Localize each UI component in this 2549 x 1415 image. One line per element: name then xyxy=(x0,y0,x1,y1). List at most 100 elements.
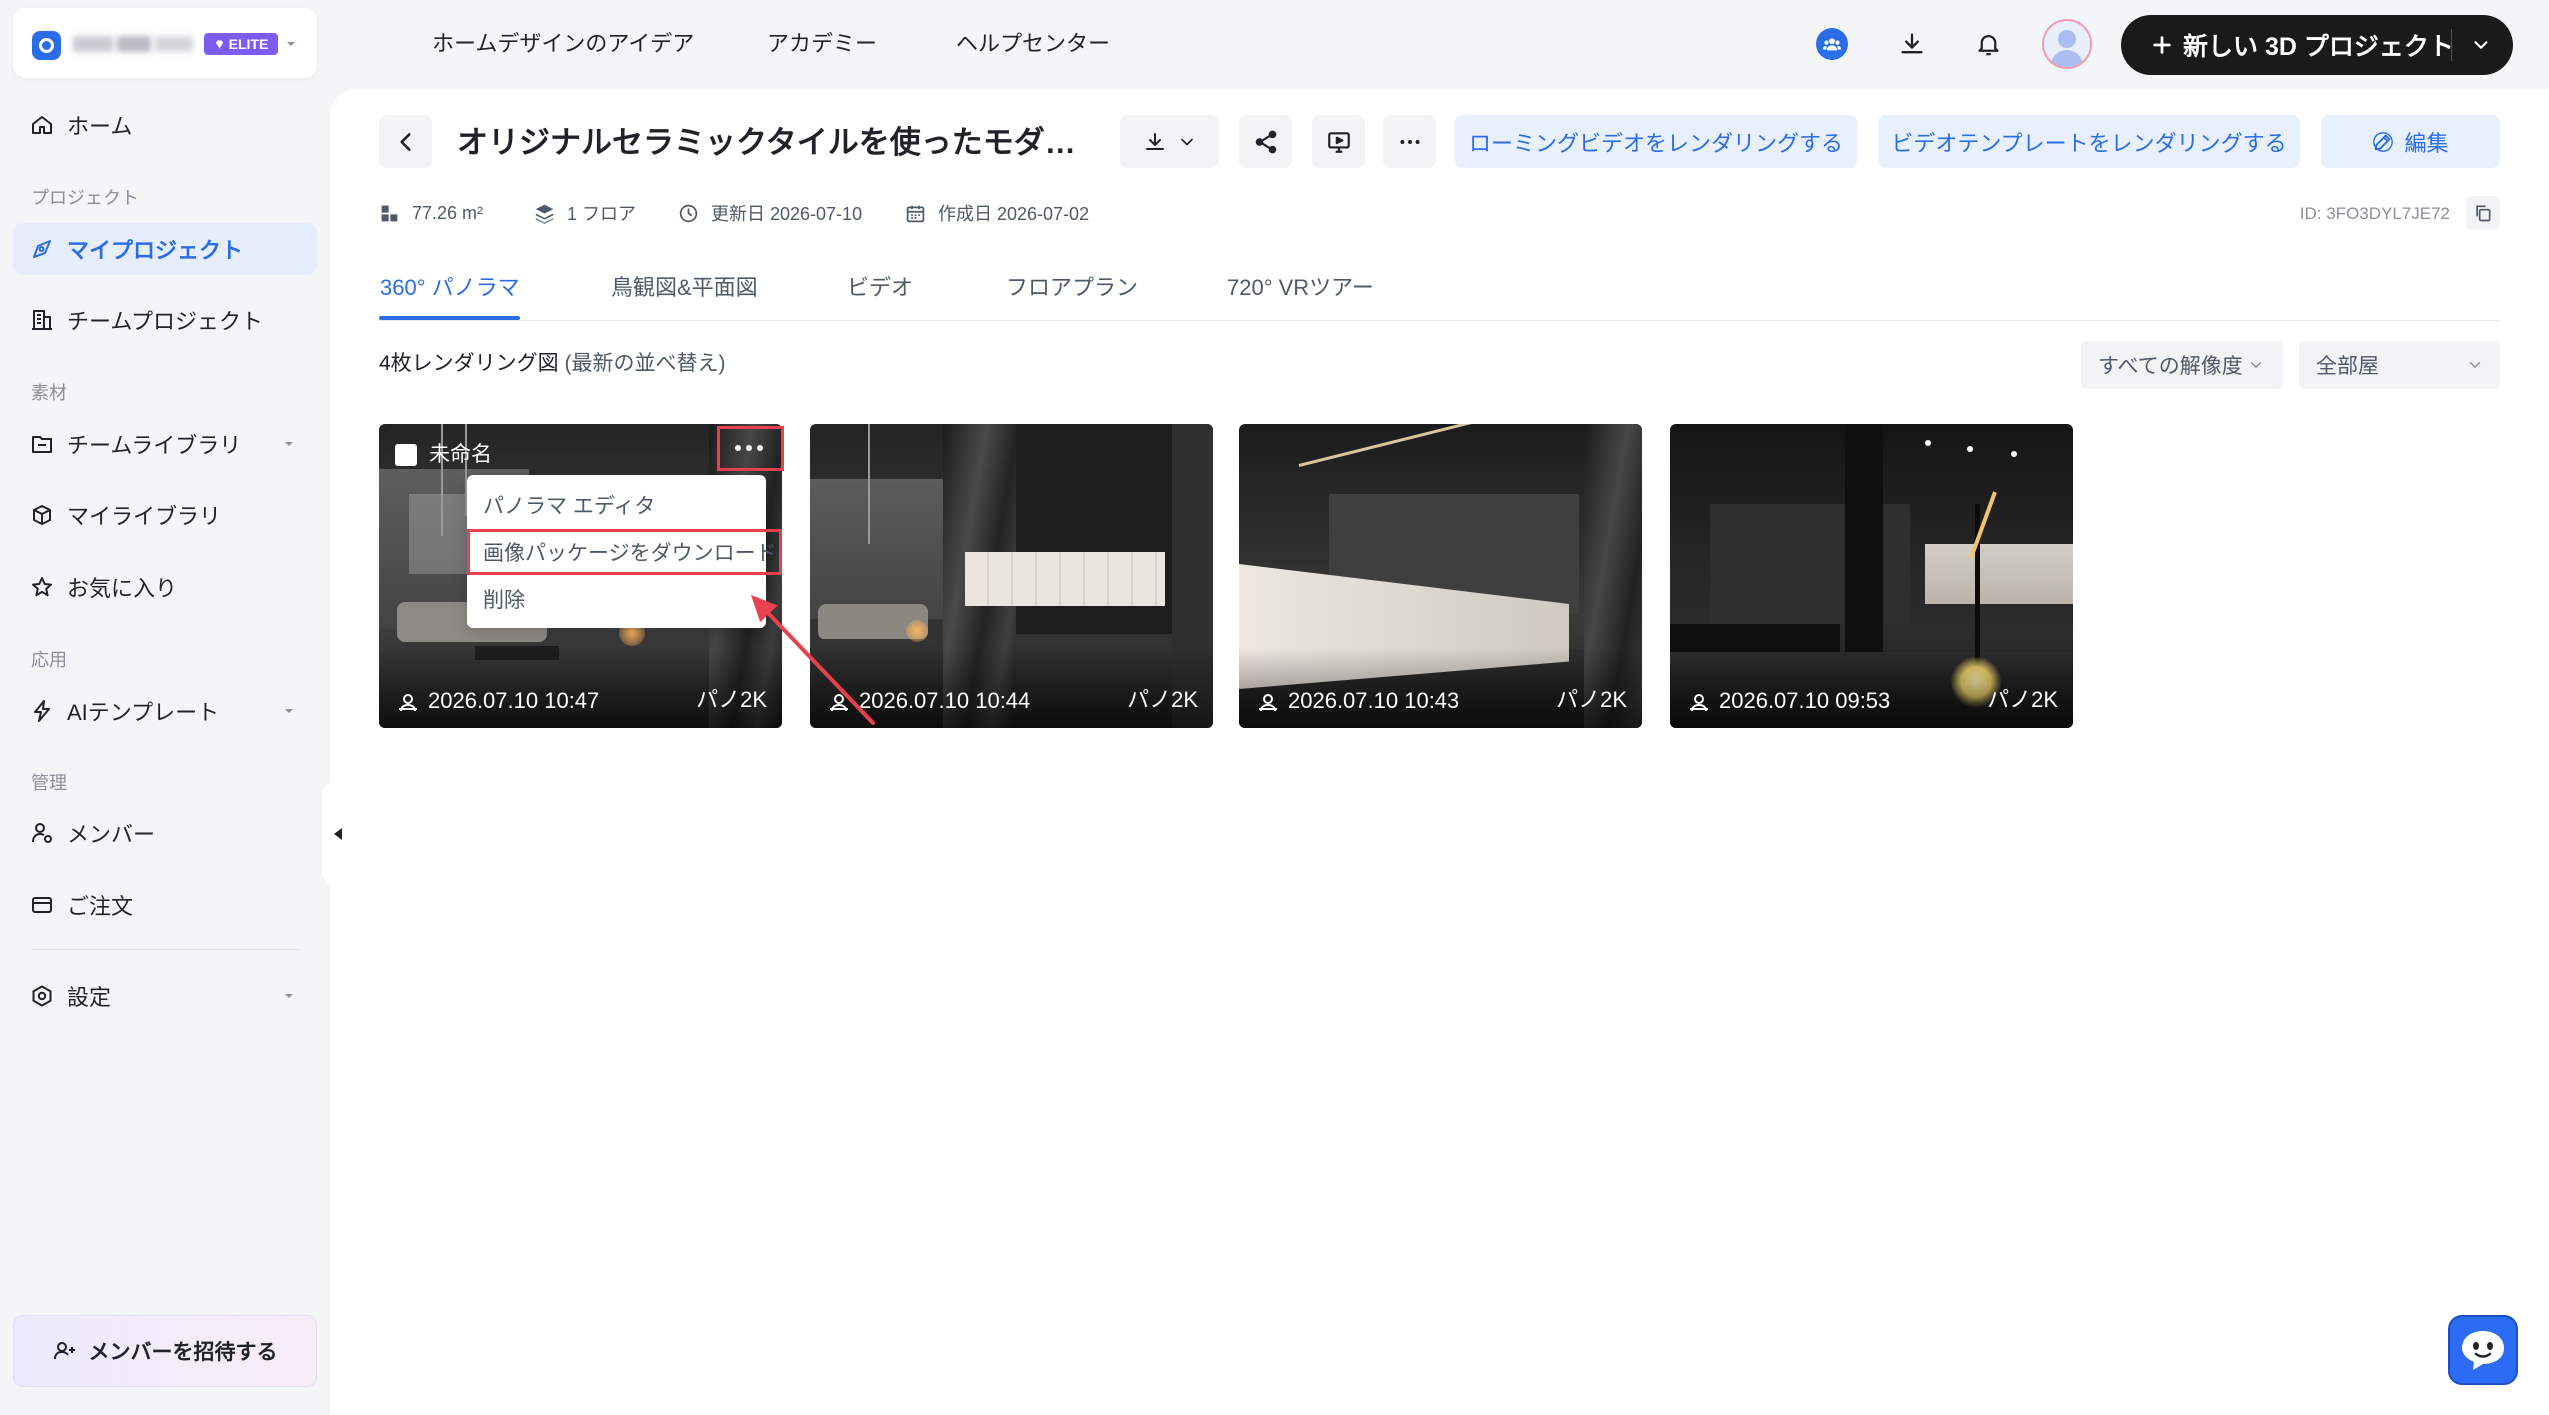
location-pin-icon xyxy=(1690,694,1708,712)
nav-link-home-design-ideas[interactable]: ホームデザインのアイデア xyxy=(432,30,694,58)
render-video-template-label: ビデオテンプレートをレンダリングする xyxy=(1891,130,2287,156)
avatar[interactable] xyxy=(2042,19,2092,69)
sidebar-item-settings[interactable]: 設定 xyxy=(13,970,317,1022)
chevron-down-icon[interactable] xyxy=(2470,34,2492,56)
card-timestamp: 2026.07.10 09:53 xyxy=(1719,688,1891,713)
present-icon xyxy=(1327,131,1350,153)
render-roaming-video-label: ローミングビデオをレンダリングする xyxy=(1468,130,1843,156)
layers-icon xyxy=(535,204,554,224)
card-title: 未命名 xyxy=(429,443,492,466)
sidebar-item-favorites[interactable]: お気に入り xyxy=(13,561,317,613)
resolution-filter[interactable]: すべての解像度 xyxy=(2081,341,2283,389)
select-checkbox[interactable] xyxy=(395,444,417,466)
sidebar-item-team-library[interactable]: チームライブラリ xyxy=(13,418,317,470)
menu-item-delete[interactable]: 削除 xyxy=(467,575,766,622)
tab-floor-plan[interactable]: フロアプラン xyxy=(1006,273,1138,303)
folder-icon xyxy=(30,432,54,456)
download-icon[interactable] xyxy=(1898,30,1926,58)
app-logo xyxy=(32,31,61,60)
home-icon xyxy=(30,113,54,137)
render-video-template-button[interactable]: ビデオテンプレートをレンダリングする xyxy=(1878,115,2300,168)
workspace-name-blurred xyxy=(73,34,193,54)
room-filter-value: 全部屋 xyxy=(2316,355,2379,378)
meta-updated-value: 更新日 2026-07-10 xyxy=(711,204,863,224)
invite-members-button[interactable]: メンバーを招待する xyxy=(13,1315,317,1387)
cube-icon xyxy=(30,503,54,527)
workspace-switcher[interactable]: ELITE xyxy=(13,8,317,78)
menu-item-panorama-editor[interactable]: パノラマ エディタ xyxy=(467,481,766,528)
scene-lamp-glow xyxy=(906,620,928,642)
elite-badge: ELITE xyxy=(204,33,278,55)
bell-icon[interactable] xyxy=(1975,30,2002,58)
scene-cabinet xyxy=(965,552,1165,606)
annotation-arrow xyxy=(751,595,875,725)
tab-360-panorama[interactable]: 360° パノラマ xyxy=(380,273,520,303)
chat-support-button[interactable] xyxy=(2448,1315,2518,1385)
team-icon[interactable] xyxy=(1816,28,1848,60)
more-button[interactable] xyxy=(1383,115,1436,168)
new-3d-project-button[interactable]: 新しい 3D プロジェクト xyxy=(2121,15,2513,75)
chevron-down-icon xyxy=(287,42,295,46)
edit-icon xyxy=(2373,131,2394,152)
sidebar-item-orders[interactable]: ご注文 xyxy=(13,879,317,931)
tab-720-vr-tour[interactable]: 720° VRツアー xyxy=(1227,273,1374,303)
sidebar-item-label: マイプロジェクト xyxy=(67,238,244,263)
sort-order-label: (最新の並べ替え) xyxy=(564,352,726,375)
room-filter[interactable]: 全部屋 xyxy=(2299,341,2500,389)
meta-created-value: 作成日 2026-07-02 xyxy=(938,204,1090,224)
sidebar-item-team-projects[interactable]: チームプロジェクト xyxy=(13,294,317,346)
panorama-card[interactable]: 2026.07.10 10:43 パノ2K xyxy=(1239,424,1642,728)
edit-button[interactable]: 編集 xyxy=(2321,115,2500,168)
sidebar-item-ai-templates[interactable]: AIテンプレート xyxy=(13,685,317,737)
card-timestamp: 2026.07.10 10:47 xyxy=(428,688,600,713)
sidebar-item-members[interactable]: メンバー xyxy=(13,807,317,859)
card-resolution: パノ2K xyxy=(1556,687,1627,712)
diamond-icon xyxy=(215,39,223,49)
tabs-divider xyxy=(379,320,2500,321)
sidebar-item-my-projects[interactable]: マイプロジェクト xyxy=(13,223,317,275)
sidebar-item-label: チームライブラリ xyxy=(67,433,242,458)
section-label-admin: 管理 xyxy=(31,773,67,793)
scene-ceiling-light-strip xyxy=(1298,424,1552,467)
more-icon xyxy=(1399,139,1420,144)
present-button[interactable] xyxy=(1312,115,1365,168)
scene-spotlight xyxy=(2011,451,2017,457)
resolution-filter-value: すべての解像度 xyxy=(2098,355,2243,378)
sidebar-item-label: チームプロジェクト xyxy=(67,309,264,334)
back-button[interactable] xyxy=(379,115,432,168)
chevron-down-icon xyxy=(2250,362,2261,368)
gear-icon xyxy=(30,984,54,1008)
render-count-label: 4枚レンダリング図 xyxy=(379,352,559,375)
chevron-down-icon xyxy=(285,994,293,998)
area-icon xyxy=(381,205,398,221)
chevron-down-icon xyxy=(1180,138,1193,145)
panorama-card[interactable]: 2026.07.10 09:53 パノ2K xyxy=(1670,424,2073,728)
card-resolution: パノ2K xyxy=(1127,687,1198,712)
calendar-icon xyxy=(906,205,925,222)
clock-icon xyxy=(679,204,698,222)
render-roaming-video-button[interactable]: ローミングビデオをレンダリングする xyxy=(1455,115,1857,168)
section-label-apps: 応用 xyxy=(31,650,67,670)
location-pin-icon xyxy=(1259,694,1277,712)
annotation-highlight-more-button xyxy=(717,426,784,471)
section-label-project: プロジェクト xyxy=(31,188,139,208)
share-button[interactable] xyxy=(1239,115,1292,168)
chat-icon xyxy=(2462,1331,2504,1370)
edit-label: 編集 xyxy=(2404,130,2449,156)
sidebar-item-home[interactable]: ホーム xyxy=(13,99,317,151)
chevron-down-icon xyxy=(285,709,293,713)
copy-id-button[interactable] xyxy=(2466,196,2500,230)
nav-link-help-center[interactable]: ヘルプセンター xyxy=(956,30,1110,58)
sidebar-item-my-library[interactable]: マイライブラリ xyxy=(13,489,317,541)
member-settings-icon xyxy=(30,821,54,845)
sidebar-item-label: 設定 xyxy=(67,985,112,1010)
tab-aerial-floor-view[interactable]: 鳥観図&平面図 xyxy=(611,273,758,303)
sidebar-item-label: ホーム xyxy=(67,114,133,139)
sidebar-collapse-handle[interactable] xyxy=(322,780,354,888)
nav-link-academy[interactable]: アカデミー xyxy=(767,30,877,58)
sidebar-item-label: ご注文 xyxy=(67,894,134,919)
download-menu-button[interactable] xyxy=(1120,115,1219,168)
scene-pendant-light xyxy=(868,424,870,544)
tab-video[interactable]: ビデオ xyxy=(847,273,913,303)
card-icon xyxy=(30,893,54,917)
